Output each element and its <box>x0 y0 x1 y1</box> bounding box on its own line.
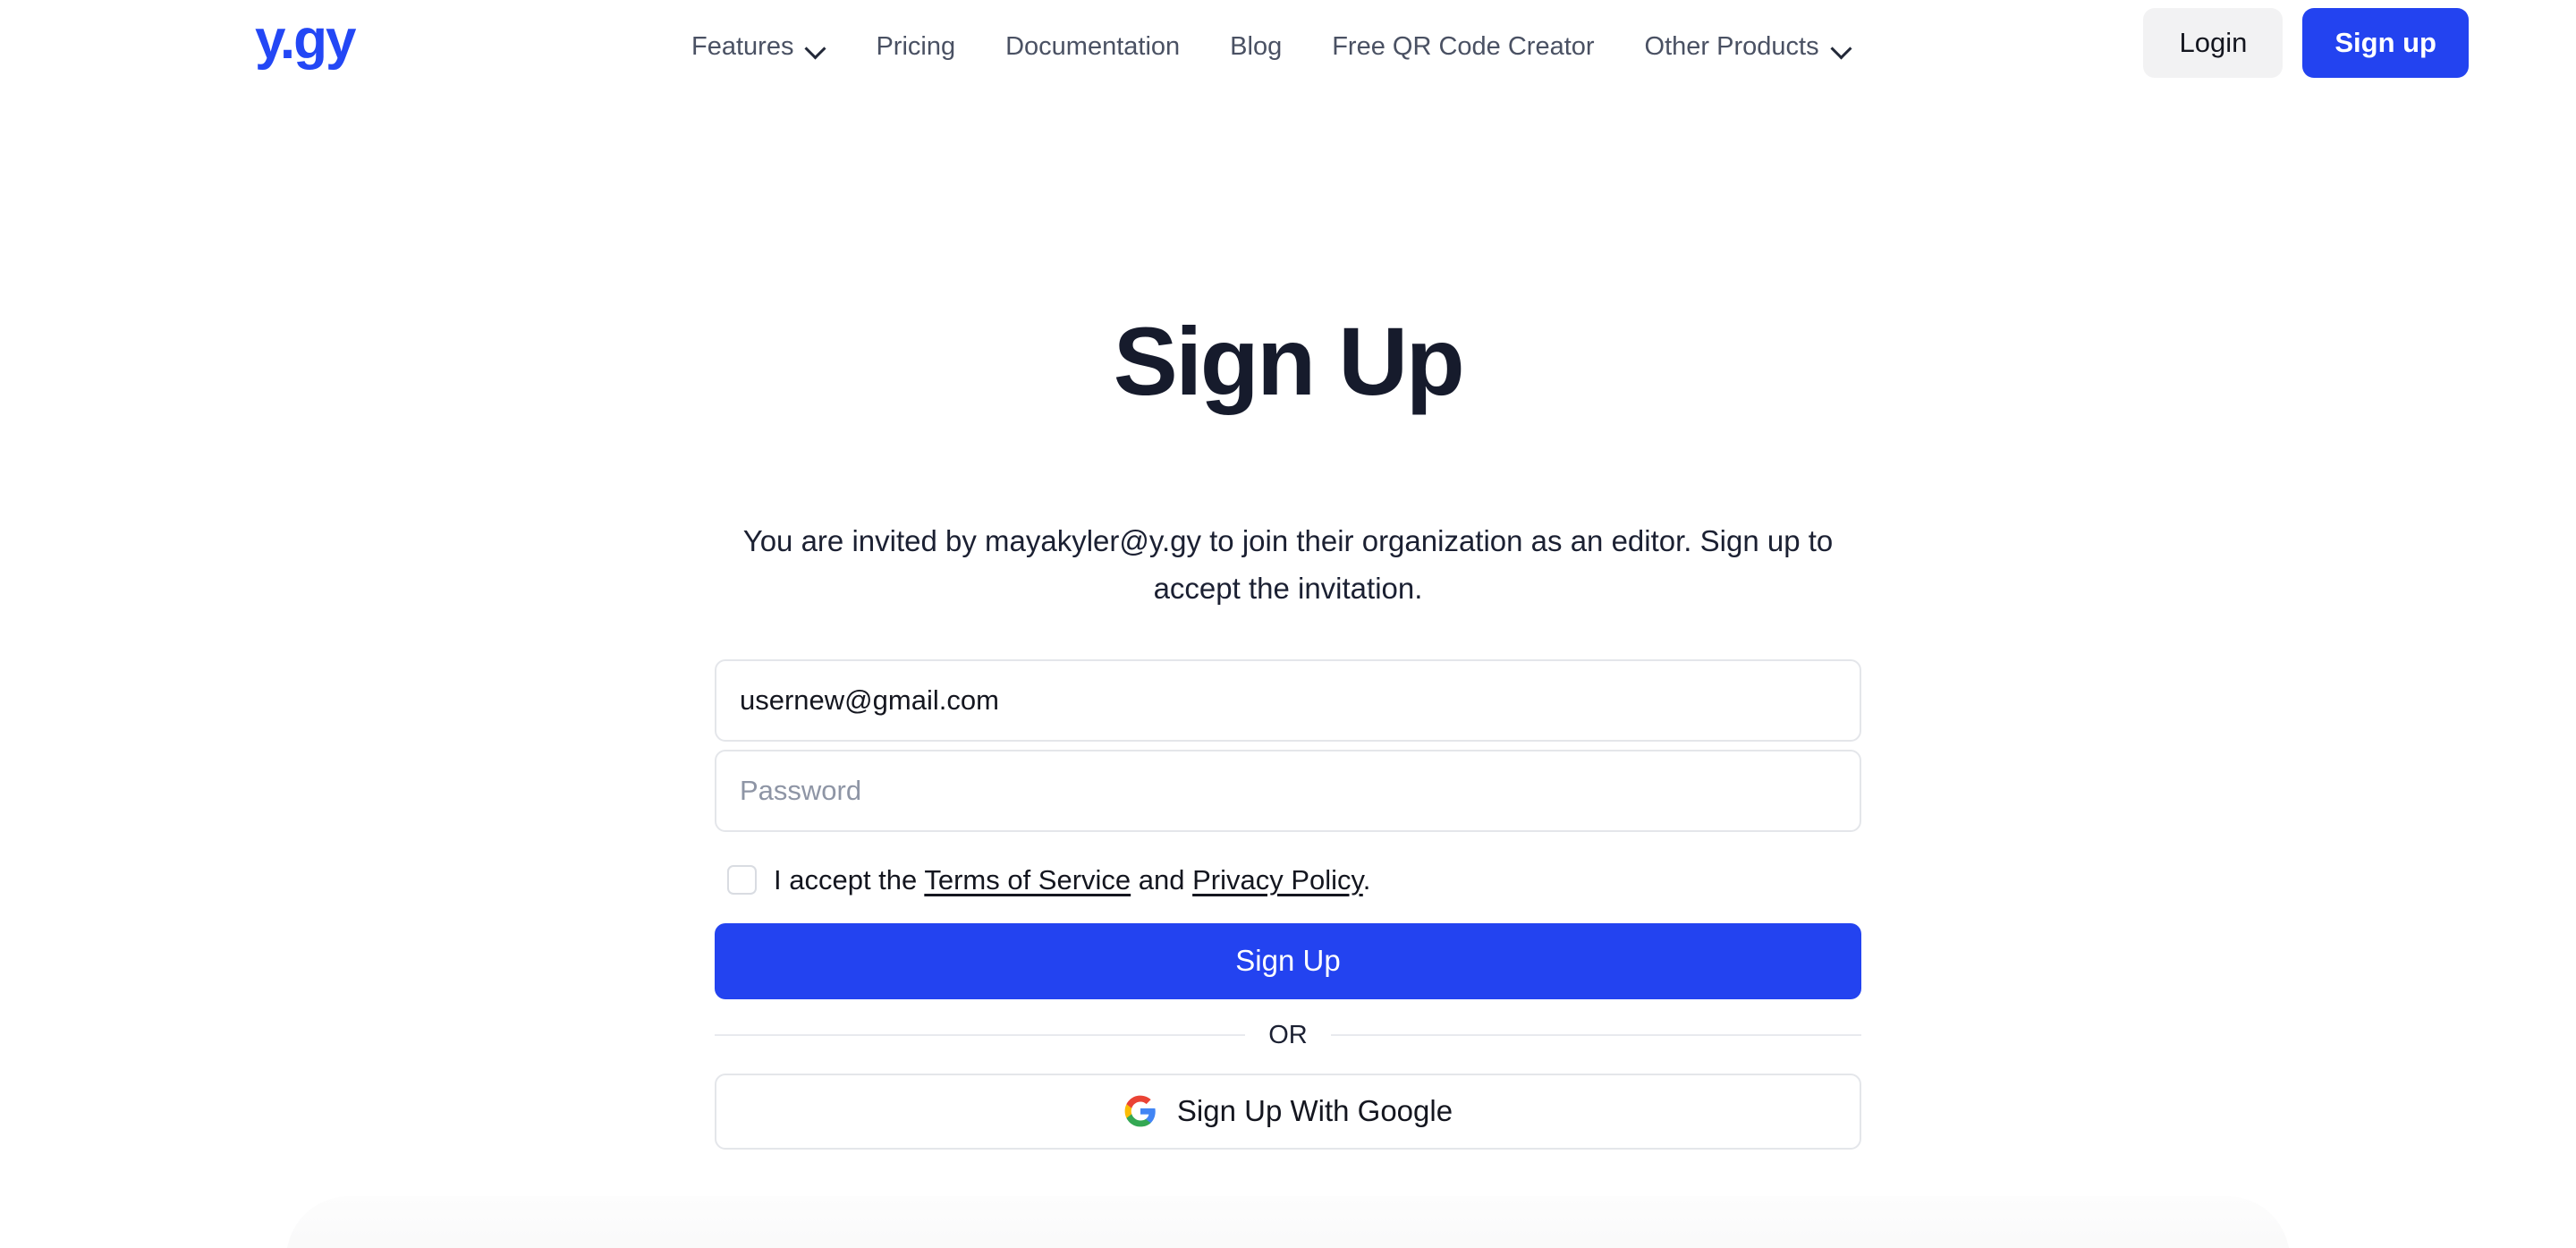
terms-text: I accept the Terms of Service and Privac… <box>774 866 1370 894</box>
nav-item-label: Features <box>691 32 794 61</box>
terms-middle: and <box>1131 863 1193 896</box>
next-section-panel <box>286 1196 2290 1248</box>
terms-prefix: I accept the <box>774 863 925 896</box>
accept-terms-checkbox[interactable] <box>727 864 757 895</box>
nav-item-pricing[interactable]: Pricing <box>851 34 980 60</box>
divider-line-left <box>715 1034 1246 1037</box>
terms-of-service-link[interactable]: Terms of Service <box>924 864 1131 896</box>
chevron-down-icon <box>806 41 826 53</box>
nav-item-features[interactable]: Features <box>666 34 851 60</box>
page-title: Sign Up <box>1113 307 1465 415</box>
invitation-message: You are invited by mayakyler@y.gy to joi… <box>742 524 1834 606</box>
or-divider: OR <box>715 1020 1861 1049</box>
signup-with-google-button[interactable]: Sign Up With Google <box>715 1073 1861 1150</box>
password-input[interactable] <box>715 749 1861 832</box>
nav-item-label: Pricing <box>876 32 956 61</box>
nav-item-label: Free QR Code Creator <box>1332 32 1595 61</box>
google-g-icon <box>1124 1095 1156 1127</box>
divider-label: OR <box>1268 1020 1308 1049</box>
signup-page: y.gy Features Pricing Documentation Blog… <box>0 0 2576 1248</box>
nav-item-label: Documentation <box>1005 32 1181 61</box>
email-input[interactable] <box>715 658 1861 742</box>
google-button-label: Sign Up With Google <box>1176 1094 1453 1128</box>
privacy-policy-link[interactable]: Privacy Policy <box>1192 864 1363 896</box>
nav-item-blog[interactable]: Blog <box>1205 34 1307 60</box>
terms-suffix: . <box>1362 863 1371 896</box>
divider-line-right <box>1330 1034 1861 1037</box>
nav-item-label: Blog <box>1230 32 1283 61</box>
nav-item-free-qr-code-creator[interactable]: Free QR Code Creator <box>1307 34 1619 60</box>
signup-nav-button[interactable]: Sign up <box>2302 8 2469 78</box>
nav-item-label: Other Products <box>1644 32 1819 61</box>
login-button[interactable]: Login <box>2143 8 2284 78</box>
nav-item-other-products[interactable]: Other Products <box>1620 34 1877 60</box>
chevron-down-icon <box>1832 41 1852 53</box>
top-navigation-bar: y.gy Features Pricing Documentation Blog… <box>0 0 2576 94</box>
primary-nav: Features Pricing Documentation Blog Free… <box>666 0 1877 94</box>
signup-form: I accept the Terms of Service and Privac… <box>715 658 1861 1150</box>
terms-acceptance-row: I accept the Terms of Service and Privac… <box>715 864 1861 895</box>
auth-buttons: Login Sign up <box>2143 8 2469 78</box>
signup-submit-button[interactable]: Sign Up <box>715 922 1861 999</box>
logo-ygy[interactable]: y.gy <box>255 13 356 68</box>
nav-item-documentation[interactable]: Documentation <box>980 34 1205 60</box>
main-content: Sign Up You are invited by mayakyler@y.g… <box>0 94 2576 1150</box>
